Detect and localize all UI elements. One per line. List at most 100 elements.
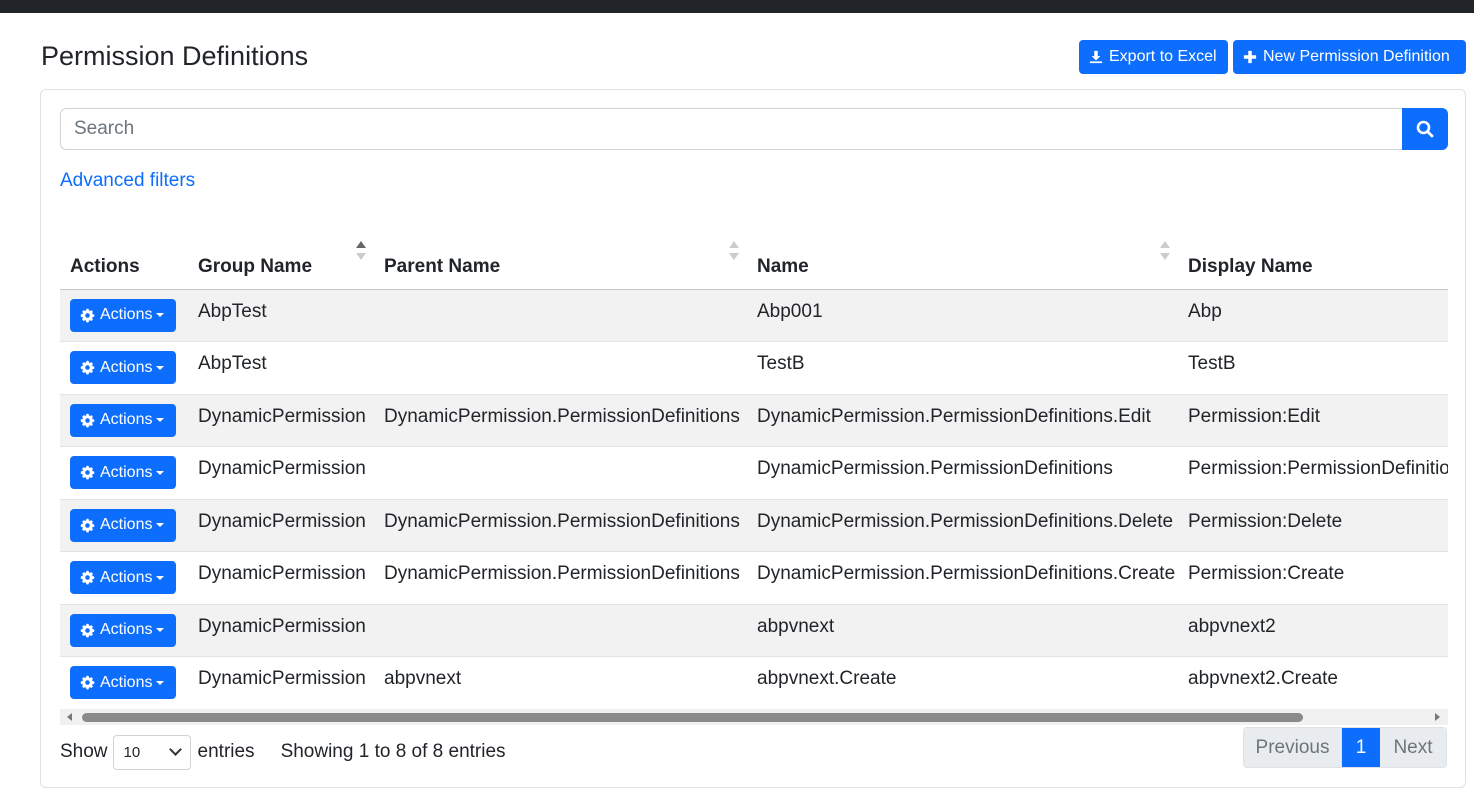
table-row: Actions AbpTest TestB TestB	[60, 341, 1448, 394]
column-header-name-label: Name	[757, 255, 809, 277]
row-actions-label: Actions	[100, 621, 153, 638]
pagination-previous-button[interactable]: Previous	[1244, 728, 1342, 767]
display-name-cell: TestB	[1178, 341, 1448, 394]
gear-icon	[80, 413, 95, 427]
table-info-text: Showing 1 to 8 of 8 entries	[280, 741, 506, 762]
column-header-display-name-label: Display Name	[1188, 255, 1313, 277]
table-row: Actions DynamicPermission DynamicPermissio…	[60, 551, 1448, 604]
export-to-excel-button[interactable]: Export to Excel	[1079, 40, 1228, 74]
table-row: Actions DynamicPermission DynamicPermissio…	[60, 393, 1448, 447]
actions-cell: Actions	[60, 393, 188, 447]
caret-down-icon	[156, 418, 165, 422]
group-name-cell: AbpTest	[188, 288, 374, 342]
parent-name-cell: DynamicPermission.PermissionDefinitions	[374, 393, 747, 447]
column-header-group-name-label: Group Name	[198, 255, 313, 277]
table-row: Actions DynamicPermission abpvnext abpvnext…	[60, 656, 1448, 705]
actions-cell: Actions	[60, 341, 188, 394]
plus-icon	[1243, 50, 1257, 64]
caret-down-icon	[156, 523, 165, 527]
caret-down-icon	[156, 313, 165, 317]
name-cell: abpvnext.Create	[747, 656, 1178, 705]
actions-cell: Actions	[60, 603, 188, 657]
search-bar	[60, 108, 1448, 150]
search-button[interactable]	[1402, 108, 1448, 150]
column-header-display-name[interactable]: Display Name	[1178, 227, 1448, 290]
row-actions-dropdown-button[interactable]: Actions	[70, 561, 176, 594]
export-to-excel-label: Export to Excel	[1109, 48, 1217, 65]
gear-icon	[80, 570, 95, 585]
parent-name-cell	[374, 603, 747, 657]
gear-icon	[80, 518, 95, 532]
display-name-cell: abpvnext2.Create	[1178, 656, 1448, 705]
permission-definitions-table-container: Actions Group Name Parent Name Name Disp…	[60, 227, 1448, 705]
row-actions-label: Actions	[100, 411, 153, 428]
parent-name-cell: DynamicPermission.PermissionDefinitions	[374, 551, 747, 604]
caret-down-icon	[156, 575, 165, 580]
entries-per-page-value: 10	[123, 743, 141, 761]
advanced-filters-link[interactable]: Advanced filters	[60, 170, 195, 192]
table-length-and-info: Show 10 entries Showing 1 to 8 of 8 entr…	[60, 734, 506, 770]
search-input[interactable]	[60, 108, 1402, 150]
permission-definitions-table: Actions Group Name Parent Name Name Disp…	[60, 227, 1448, 705]
scroll-right-arrow-icon[interactable]	[1435, 713, 1440, 721]
group-name-cell: DynamicPermission	[188, 498, 374, 552]
row-actions-dropdown-button[interactable]: Actions	[70, 403, 176, 437]
caret-down-icon	[156, 470, 165, 475]
horizontal-scrollbar[interactable]	[60, 709, 1448, 725]
actions-cell: Actions	[60, 551, 188, 604]
name-cell: DynamicPermission.PermissionDefinitions.…	[747, 498, 1178, 552]
row-actions-dropdown-button[interactable]: Actions	[70, 666, 176, 699]
table-header-row: Actions Group Name Parent Name Name Disp…	[60, 227, 1448, 290]
name-cell: DynamicPermission.PermissionDefinitions	[747, 446, 1178, 499]
column-header-parent-name-label: Parent Name	[384, 255, 501, 277]
page-title: Permission Definitions	[41, 41, 309, 71]
pagination: Previous 1 Next	[1243, 727, 1447, 768]
actions-cell: Actions	[60, 656, 188, 705]
scroll-left-arrow-icon[interactable]	[67, 713, 72, 721]
parent-name-cell: DynamicPermission.PermissionDefinitions	[374, 498, 747, 552]
chevron-down-icon	[168, 743, 182, 756]
group-name-cell: AbpTest	[188, 341, 374, 394]
parent-name-cell	[374, 288, 747, 342]
row-actions-dropdown-button[interactable]: Actions	[70, 298, 176, 332]
pagination-next-button[interactable]: Next	[1380, 728, 1446, 767]
group-name-cell: DynamicPermission	[188, 551, 374, 604]
actions-cell: Actions	[60, 498, 188, 552]
top-navbar	[0, 0, 1474, 13]
column-header-group-name[interactable]: Group Name	[188, 227, 374, 290]
gear-icon	[80, 308, 95, 322]
row-actions-dropdown-button[interactable]: Actions	[70, 351, 176, 384]
display-name-cell: Permission:Create	[1178, 551, 1448, 604]
table-row: Actions DynamicPermission DynamicPermissio…	[60, 446, 1448, 499]
scrollbar-thumb[interactable]	[82, 713, 1303, 722]
row-actions-dropdown-button[interactable]: Actions	[70, 508, 176, 542]
entries-label: entries	[197, 741, 255, 762]
display-name-cell: Permission:Delete	[1178, 498, 1448, 552]
group-name-cell: DynamicPermission	[188, 656, 374, 705]
new-permission-definition-label: New Permission Definition	[1263, 48, 1450, 65]
gear-icon	[80, 675, 95, 690]
row-actions-dropdown-button[interactable]: Actions	[70, 456, 176, 489]
row-actions-label: Actions	[100, 306, 153, 323]
new-permission-definition-button[interactable]: New Permission Definition	[1233, 40, 1466, 74]
display-name-cell: Permission:Edit	[1178, 393, 1448, 447]
show-label: Show	[60, 741, 108, 762]
name-cell: DynamicPermission.PermissionDefinitions.…	[747, 551, 1178, 604]
group-name-cell: DynamicPermission	[188, 393, 374, 447]
sort-icon	[729, 241, 739, 263]
entries-per-page-select[interactable]: 10	[112, 734, 191, 770]
display-name-cell: Abp	[1178, 288, 1448, 342]
column-header-name[interactable]: Name	[747, 227, 1178, 290]
table-row: Actions DynamicPermission abpvnext abpvnext…	[60, 603, 1448, 657]
table-row: Actions DynamicPermission DynamicPermissio…	[60, 498, 1448, 552]
pagination-page-1-button[interactable]: 1	[1342, 728, 1380, 767]
table-body: Actions AbpTest Abp001 Abp Actions AbpTest Tes…	[60, 288, 1448, 705]
sort-asc-icon	[356, 241, 366, 263]
sort-icon	[1160, 241, 1170, 263]
row-actions-dropdown-button[interactable]: Actions	[70, 613, 176, 647]
caret-down-icon	[156, 628, 165, 632]
table-row: Actions AbpTest Abp001 Abp	[60, 288, 1448, 342]
caret-down-icon	[156, 365, 165, 370]
column-header-parent-name[interactable]: Parent Name	[374, 227, 747, 290]
actions-cell: Actions	[60, 446, 188, 499]
